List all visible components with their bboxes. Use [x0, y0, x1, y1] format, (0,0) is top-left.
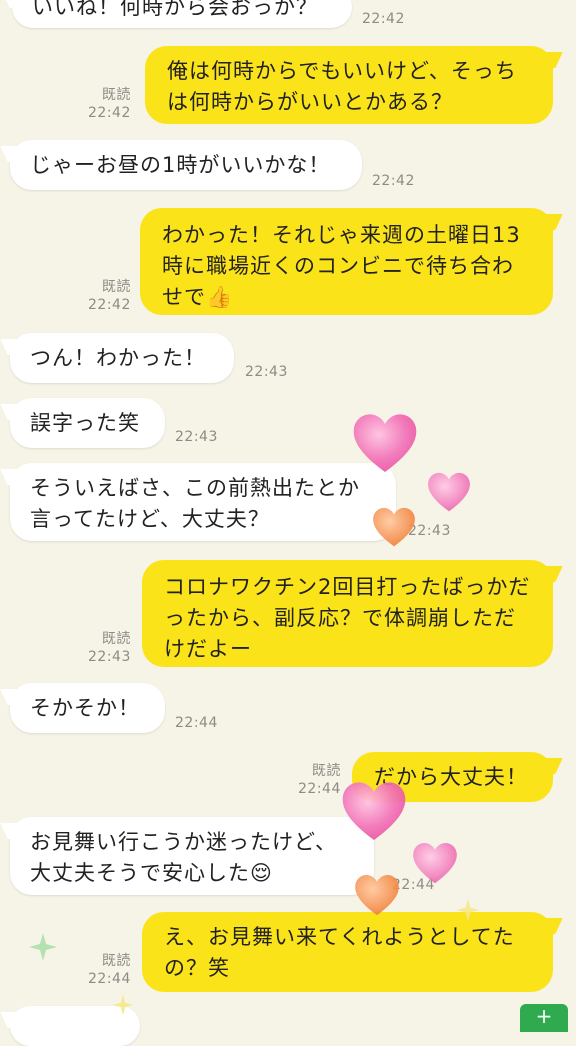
message-time: 22:43: [88, 649, 131, 665]
message-incoming[interactable]: じゃーお昼の1時がいいかな！: [10, 140, 362, 190]
message-text: そういえばさ、この前熱出たとか言ってたけど、大丈夫？: [30, 476, 360, 531]
message-text: お見舞い行こうか迷ったけど、大丈夫そうで安心した: [30, 830, 337, 885]
message-text: え、お見舞い来てくれようとしてたの？笑: [164, 925, 515, 980]
read-label: 既読: [101, 631, 131, 647]
message-outgoing[interactable]: 俺は何時からでもいいけど、そっちは何時からがいいとかある？: [145, 46, 553, 124]
message-text: いいね！何時から会おっか？: [32, 0, 318, 19]
message-time: 22:43: [245, 364, 288, 380]
read-label: 既読: [101, 279, 131, 295]
read-label: 既読: [101, 87, 131, 103]
heart-icon: [373, 507, 415, 547]
message-text: つん！わかった！: [30, 346, 206, 370]
message-outgoing[interactable]: コロナワクチン2回目打ったばっかだったから、副反応？で体調崩しただけだよー: [142, 560, 553, 667]
read-label: 既読: [101, 953, 131, 969]
message-time: 22:43: [175, 429, 218, 445]
message-outgoing[interactable]: わかった！それじゃ来週の土曜日13時に職場近くのコンビニで待ち合わせで👍: [140, 208, 553, 315]
read-receipt: 既読 22:44: [298, 762, 341, 798]
message-text: じゃーお昼の1時がいいかな！: [30, 153, 331, 177]
read-receipt: 既読 22:42: [88, 278, 131, 314]
message-text: 誤字った笑: [30, 411, 140, 435]
message-incoming[interactable]: お見舞い行こうか迷ったけど、大丈夫そうで安心した😌: [10, 817, 374, 895]
message-incoming[interactable]: つん！わかった！: [10, 333, 234, 383]
read-receipt: 既読 22:44: [88, 952, 131, 988]
message-incoming[interactable]: そかそか！: [10, 683, 165, 733]
heart-icon: [342, 782, 406, 840]
read-label: 既読: [311, 763, 341, 779]
message-time: 22:42: [88, 297, 131, 313]
sparkle-icon: [456, 898, 480, 922]
message-time: 22:44: [175, 715, 218, 731]
message-text: そかそか！: [30, 696, 140, 720]
message-time: 22:44: [88, 971, 131, 987]
plus-icon: +: [535, 1004, 553, 1028]
heart-icon: [355, 875, 399, 916]
message-incoming[interactable]: そういえばさ、この前熱出たとか言ってたけど、大丈夫？: [10, 463, 396, 541]
message-time: 22:42: [372, 173, 415, 189]
heart-icon: [353, 414, 417, 472]
sparkle-icon: [112, 994, 134, 1016]
thumbs-up-emoji: 👍: [206, 285, 234, 309]
message-text: コロナワクチン2回目打ったばっかだったから、副反応？で体調崩しただけだよー: [164, 575, 531, 661]
message-incoming[interactable]: いいね！何時から会おっか？: [12, 0, 352, 28]
heart-icon: [428, 472, 470, 512]
message-outgoing[interactable]: え、お見舞い来てくれようとしてたの？笑: [142, 912, 553, 992]
message-text: 俺は何時からでもいいけど、そっちは何時からがいいとかある？: [167, 59, 517, 114]
heart-icon: [413, 843, 457, 884]
message-time: 22:42: [88, 105, 131, 121]
relieved-face-emoji: 😌: [250, 861, 273, 885]
message-time: 22:42: [362, 11, 405, 27]
read-receipt: 既読 22:43: [88, 630, 131, 666]
read-receipt: 既読 22:42: [88, 86, 131, 122]
message-time: 22:44: [298, 781, 341, 797]
message-incoming[interactable]: 誤字った笑: [10, 398, 165, 448]
sparkle-icon: [29, 933, 57, 961]
add-button[interactable]: +: [520, 1004, 568, 1032]
